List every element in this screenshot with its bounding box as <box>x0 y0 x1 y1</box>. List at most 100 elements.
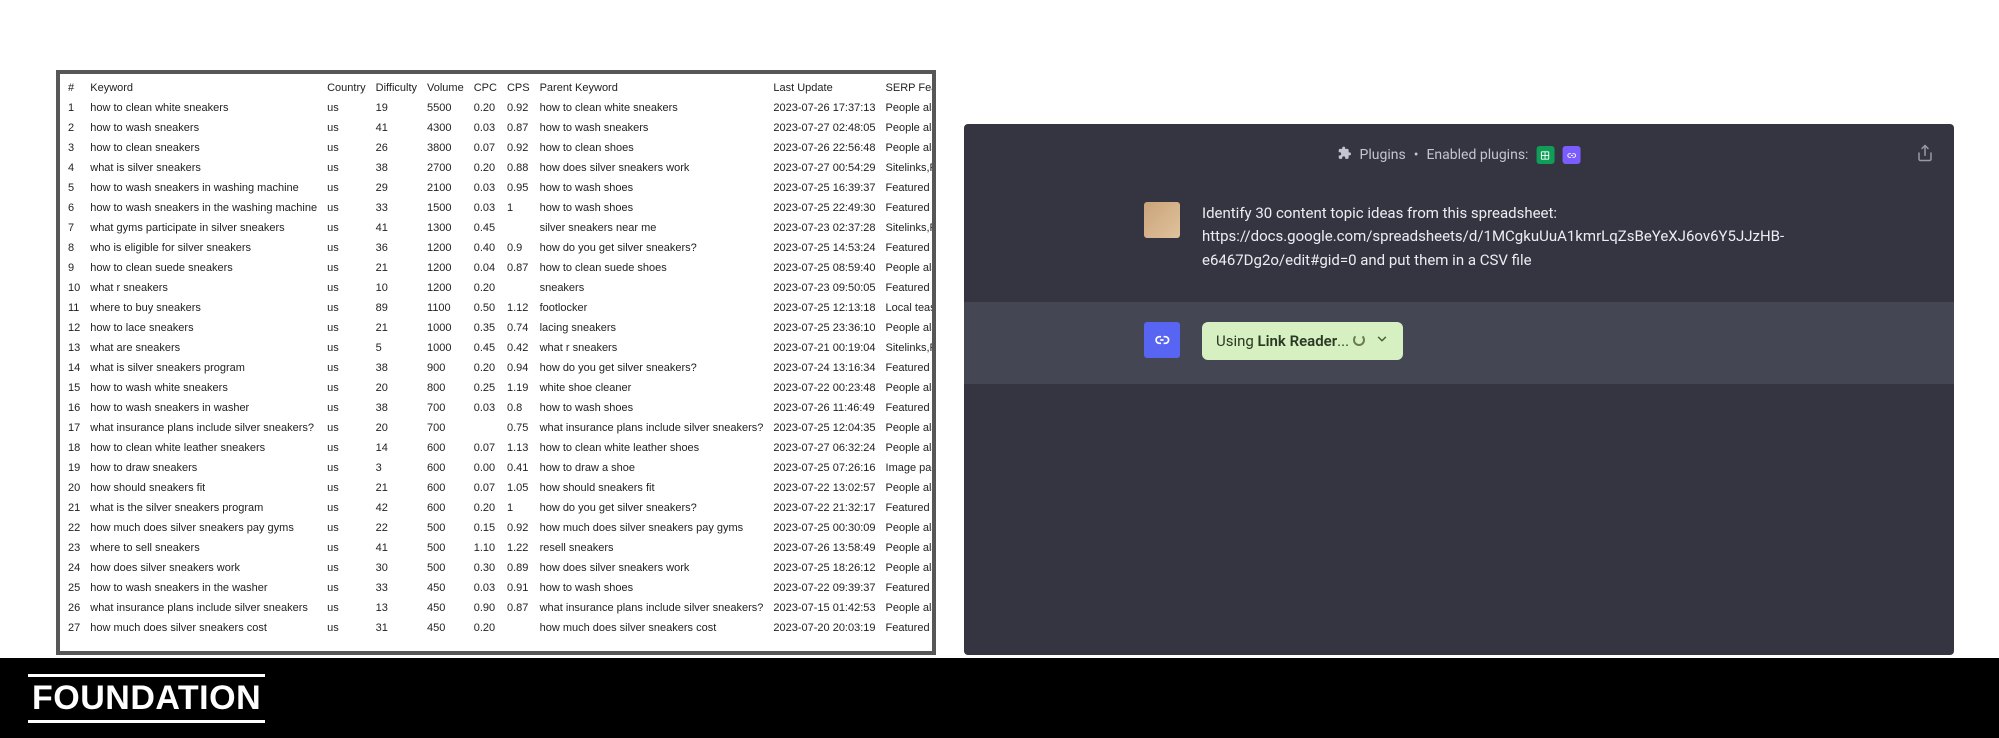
table-cell: 2023-07-25 14:53:24 <box>769 238 881 258</box>
table-cell: 0.30 <box>470 558 503 578</box>
share-icon[interactable] <box>1916 144 1934 162</box>
plugins-indicator[interactable]: Plugins • Enabled plugins: <box>1338 146 1581 164</box>
table-cell: 0.90 <box>470 598 503 618</box>
status-suffix: ... <box>1337 332 1349 350</box>
table-cell: Featured snippet,Sitelinks,People also a… <box>882 498 936 518</box>
table-row: 13what are sneakersus510000.450.42what r… <box>64 338 936 358</box>
table-cell: 2023-07-25 22:49:30 <box>769 198 881 218</box>
table-cell: 3 <box>64 138 86 158</box>
table-cell: us <box>323 158 372 178</box>
table-cell: 21 <box>372 258 423 278</box>
tool-status-pill[interactable]: Using Link Reader... <box>1202 322 1403 360</box>
table-cell: 89 <box>372 298 423 318</box>
table-cell: us <box>323 598 372 618</box>
table-row: 17 what insurance plans include silver sn… <box>64 418 936 438</box>
table-cell: 2023-07-23 09:50:05 <box>769 278 881 298</box>
table-cell: what is the silver sneakers program <box>86 498 323 518</box>
table-cell: what r sneakers <box>536 338 770 358</box>
table-cell: 0.87 <box>503 118 536 138</box>
table-cell: People also ask,Sitelinks,Image p <box>882 598 936 618</box>
table-cell: us <box>323 278 372 298</box>
status-label: Using Link Reader... <box>1216 332 1365 350</box>
table-cell: 450 <box>423 578 470 598</box>
table-cell: 21 <box>372 318 423 338</box>
table-cell: 29 <box>372 178 423 198</box>
table-cell: People also ask,Local teaser pack,Image … <box>882 538 936 558</box>
table-header: #KeywordCountryDifficultyVolumeCPCCPSPar… <box>64 78 936 98</box>
table-cell: us <box>323 618 372 638</box>
table-cell: 1200 <box>423 258 470 278</box>
table-cell: 0.50 <box>470 298 503 318</box>
table-cell: 0.9 <box>503 238 536 258</box>
table-cell: 0.41 <box>503 458 536 478</box>
table-cell: 31 <box>372 618 423 638</box>
table-cell: 17 <box>64 418 86 438</box>
table-cell: 0.75 <box>503 418 536 438</box>
table-cell: 2100 <box>423 178 470 198</box>
table-cell: 500 <box>423 558 470 578</box>
table-cell: how do you get silver sneakers? <box>536 238 770 258</box>
table-cell: us <box>323 378 372 398</box>
table-cell: 1.13 <box>503 438 536 458</box>
table-cell: 2023-07-26 22:56:48 <box>769 138 881 158</box>
table-cell: how to wash sneakers in the washer <box>86 578 323 598</box>
table-cell: 0.94 <box>503 358 536 378</box>
table-cell: resell sneakers <box>536 538 770 558</box>
table-cell: 38 <box>372 358 423 378</box>
table-row: 23where to sell sneakersus415001.101.22r… <box>64 538 936 558</box>
table-cell: how to draw a shoe <box>536 458 770 478</box>
column-header: Keyword <box>86 78 323 98</box>
spreadsheet-table-wrap: #KeywordCountryDifficultyVolumeCPCCPSPar… <box>60 74 932 642</box>
table-cell: 2023-07-25 07:26:16 <box>769 458 881 478</box>
table-cell: People also ask,Videos,Image pack <box>882 138 936 158</box>
table-cell: 2023-07-22 21:32:17 <box>769 498 881 518</box>
table-cell: 10 <box>64 278 86 298</box>
table-cell: 2023-07-25 16:39:37 <box>769 178 881 198</box>
table-cell: Sitelinks,People also ask,Knowledge pane… <box>882 338 936 358</box>
table-cell: Image pack,People also ask,Sitelinks <box>882 458 936 478</box>
table-cell: where to buy sneakers <box>86 298 323 318</box>
table-cell: 2023-07-21 00:19:04 <box>769 338 881 358</box>
table-cell: People also ask <box>882 478 936 498</box>
table-cell: sneakers <box>536 278 770 298</box>
table-cell: 2023-07-23 02:37:28 <box>769 218 881 238</box>
table-cell: how to wash shoes <box>536 178 770 198</box>
table-cell: 0.92 <box>503 98 536 118</box>
table-row: 26what insurance plans include silver sn… <box>64 598 936 618</box>
column-header: CPS <box>503 78 536 98</box>
table-cell: what insurance plans include silver snea… <box>536 418 770 438</box>
column-header: Parent Keyword <box>536 78 770 98</box>
table-cell: 4300 <box>423 118 470 138</box>
table-cell: Sitelinks,People also ask,Image pack <box>882 218 936 238</box>
table-cell: 30 <box>372 558 423 578</box>
table-cell: 5 <box>372 338 423 358</box>
table-cell: how does silver sneakers work <box>536 558 770 578</box>
table-cell: Featured snippet,People also ask,Sitelin… <box>882 238 936 258</box>
table-cell: us <box>323 498 372 518</box>
table-cell: 26 <box>64 598 86 618</box>
table-cell: 21 <box>372 478 423 498</box>
table-cell: us <box>323 398 372 418</box>
table-cell: 0.87 <box>503 258 536 278</box>
table-cell: how does silver sneakers work <box>86 558 323 578</box>
column-header: Last Update <box>769 78 881 98</box>
table-cell: what is silver sneakers <box>86 158 323 178</box>
table-cell: 2023-07-27 06:32:24 <box>769 438 881 458</box>
table-cell: 18 <box>64 438 86 458</box>
table-cell: 20 <box>64 478 86 498</box>
table-cell: what insurance plans include silver snea… <box>86 598 323 618</box>
table-cell: 21 <box>64 498 86 518</box>
table-cell: 0.35 <box>470 318 503 338</box>
table-cell: how much does silver sneakers pay gyms <box>86 518 323 538</box>
table-cell: how does silver sneakers work <box>536 158 770 178</box>
table-cell: how to clean suede shoes <box>536 258 770 278</box>
table-row: 10what r sneakersus1012000.20sneakers202… <box>64 278 936 298</box>
plugins-label-suffix: Enabled plugins: <box>1426 147 1528 163</box>
table-cell: 800 <box>423 378 470 398</box>
table-cell: 38 <box>372 158 423 178</box>
chat-panel: Plugins • Enabled plugins: Identify 30 c… <box>964 124 1954 655</box>
plugin-icon-linkreader <box>1562 146 1580 164</box>
table-row: 3how to clean sneakersus2638000.070.92ho… <box>64 138 936 158</box>
table-row: 19how to draw sneakersus36000.000.41how … <box>64 458 936 478</box>
table-cell: 0.92 <box>503 138 536 158</box>
